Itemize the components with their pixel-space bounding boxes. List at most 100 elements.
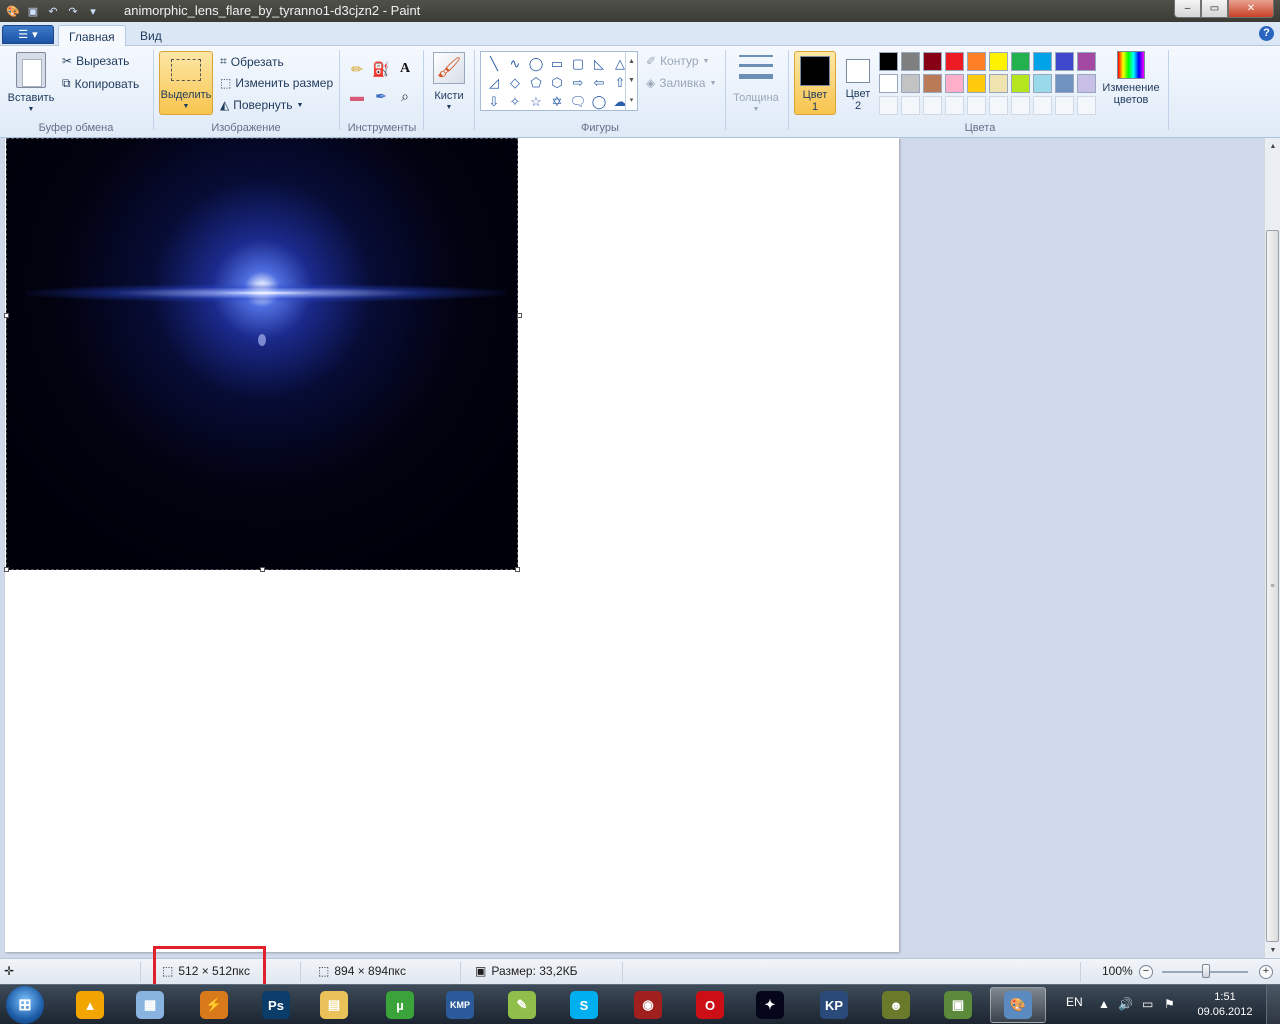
scroll-down-icon[interactable]: ▼ <box>628 77 635 84</box>
taskbar-app-kp2[interactable]: KP <box>806 987 862 1023</box>
palette-color[interactable] <box>945 74 964 93</box>
color1-button[interactable]: Цвет 1 <box>794 51 836 115</box>
shape-item[interactable]: ✧ <box>505 93 525 111</box>
shape-item[interactable]: ☆ <box>526 93 546 111</box>
shape-item[interactable]: ╲ <box>484 55 504 73</box>
palette-color[interactable] <box>901 96 920 115</box>
palette-color[interactable] <box>1011 52 1030 71</box>
thickness-button[interactable]: Толщина ▼ <box>730 52 782 116</box>
shape-item[interactable]: ⇩ <box>484 93 504 111</box>
palette-color[interactable] <box>1055 96 1074 115</box>
shape-item[interactable]: ▢ <box>568 55 588 73</box>
shape-item[interactable]: ⬡ <box>547 74 567 92</box>
resize-handle-left[interactable] <box>4 313 9 318</box>
shape-item[interactable]: ◺ <box>589 55 609 73</box>
palette-color[interactable] <box>1033 74 1052 93</box>
taskbar-app-utorrent[interactable]: µ <box>372 987 428 1023</box>
shape-item[interactable]: ⇦ <box>589 74 609 92</box>
customize-qat-icon[interactable]: ▾ <box>84 2 102 20</box>
taskbar-app-skype[interactable]: S <box>556 987 612 1023</box>
zoom-in-button[interactable]: + <box>1259 965 1273 979</box>
color2-button[interactable]: Цвет 2 <box>838 51 878 113</box>
text-tool-icon[interactable]: A <box>394 58 416 80</box>
minimize-button[interactable]: ‒ <box>1174 0 1201 18</box>
palette-color[interactable] <box>901 74 920 93</box>
save-icon[interactable]: ▣ <box>24 2 42 20</box>
select-button[interactable]: Выделить ▼ <box>159 51 213 115</box>
taskbar-app-opera[interactable]: O <box>682 987 738 1023</box>
taskbar-app-winamp[interactable]: ⚡ <box>186 987 242 1023</box>
rotate-button[interactable]: ◭ Повернуть ▼ <box>220 98 303 112</box>
palette-color[interactable] <box>1077 74 1096 93</box>
magnifier-icon[interactable]: ⌕ <box>394 85 416 107</box>
help-icon[interactable]: ? <box>1259 26 1274 41</box>
scroll-up-icon[interactable]: ▲ <box>628 58 635 65</box>
volume-icon[interactable]: 🔊 <box>1118 997 1133 1011</box>
palette-color[interactable] <box>901 52 920 71</box>
palette-color[interactable] <box>989 74 1008 93</box>
paste-button[interactable]: Вставить ▼ <box>6 52 56 116</box>
palette-color[interactable] <box>1077 96 1096 115</box>
palette-color[interactable] <box>923 96 942 115</box>
shape-item[interactable]: ◇ <box>505 74 525 92</box>
eraser-icon[interactable]: ▬ <box>346 85 368 107</box>
cut-button[interactable]: ✂ Вырезать <box>62 54 129 68</box>
tab-view[interactable]: Вид <box>130 25 172 47</box>
taskbar-app-explorer[interactable]: ▤ <box>306 987 362 1023</box>
shape-item[interactable]: ◿ <box>484 74 504 92</box>
shape-item[interactable]: ◯ <box>526 55 546 73</box>
tab-home[interactable]: Главная <box>58 25 126 47</box>
shape-item[interactable]: ⬠ <box>526 74 546 92</box>
fill-bucket-icon[interactable]: ⛽ <box>370 58 392 80</box>
pencil-icon[interactable]: ✏ <box>346 58 368 80</box>
scroll-thumb[interactable]: ≡ <box>1266 230 1279 942</box>
resize-handle-corner[interactable] <box>515 567 520 572</box>
edit-colors-button[interactable]: Изменение цветов <box>1100 51 1162 106</box>
palette-color[interactable] <box>1055 52 1074 71</box>
drawing-canvas[interactable] <box>4 138 899 952</box>
palette-color[interactable] <box>967 52 986 71</box>
outline-button[interactable]: ✐ Контур ▼ <box>646 54 709 68</box>
taskbar-app-robot[interactable]: ☻ <box>868 987 924 1023</box>
taskbar-app-notepad[interactable]: ✎ <box>494 987 550 1023</box>
taskbar-app-paint[interactable]: 🎨 <box>990 987 1046 1023</box>
clock[interactable]: 1:51 09.06.2012 <box>1190 990 1260 1020</box>
taskbar-app-lens-flare-thumb[interactable]: ✦ <box>742 987 798 1023</box>
palette-color[interactable] <box>923 52 942 71</box>
expand-icon[interactable]: ▾ <box>630 96 634 104</box>
show-desktop-button[interactable] <box>1266 985 1280 1024</box>
palette-color[interactable] <box>923 74 942 93</box>
palette-color[interactable] <box>945 96 964 115</box>
resize-handle-bottom[interactable] <box>260 567 265 572</box>
maximize-button[interactable]: ▭ <box>1201 0 1228 18</box>
scroll-up-icon[interactable]: ▲ <box>1265 138 1280 154</box>
tray-expand-icon[interactable]: ▲ <box>1098 997 1110 1011</box>
shape-item[interactable]: ✡ <box>547 93 567 111</box>
brushes-button[interactable]: 🖌 Кисти ▼ <box>428 52 470 114</box>
shape-item[interactable]: ⇨ <box>568 74 588 92</box>
zoom-slider-thumb[interactable] <box>1202 964 1210 978</box>
palette-color[interactable] <box>989 96 1008 115</box>
palette-color[interactable] <box>1033 96 1052 115</box>
palette-color[interactable] <box>879 74 898 93</box>
palette-color[interactable] <box>1033 52 1052 71</box>
close-button[interactable]: ✕ <box>1228 0 1274 18</box>
zoom-out-button[interactable]: − <box>1139 965 1153 979</box>
shape-item[interactable]: ∿ <box>505 55 525 73</box>
palette-color[interactable] <box>1011 74 1030 93</box>
fill-button[interactable]: ◈ Заливка ▼ <box>646 76 716 90</box>
taskbar-app-minecraft[interactable]: ▣ <box>930 987 986 1023</box>
shape-item[interactable]: ◯ <box>589 93 609 111</box>
color-picker-icon[interactable]: ✒ <box>370 85 392 107</box>
shape-item[interactable]: ▭ <box>547 55 567 73</box>
taskbar-app-game[interactable]: ◉ <box>620 987 676 1023</box>
crop-button[interactable]: ⌗ Обрезать <box>220 54 284 69</box>
resize-handle-bottom-left[interactable] <box>4 567 9 572</box>
palette-color[interactable] <box>1077 52 1096 71</box>
app-menu-button[interactable]: ☰ ▾ <box>2 25 54 44</box>
shape-item[interactable]: 🗨 <box>568 93 588 111</box>
palette-color[interactable] <box>989 52 1008 71</box>
palette-color[interactable] <box>1011 96 1030 115</box>
network-icon[interactable]: ▭ <box>1142 997 1153 1011</box>
redo-icon[interactable]: ↷ <box>64 2 82 20</box>
